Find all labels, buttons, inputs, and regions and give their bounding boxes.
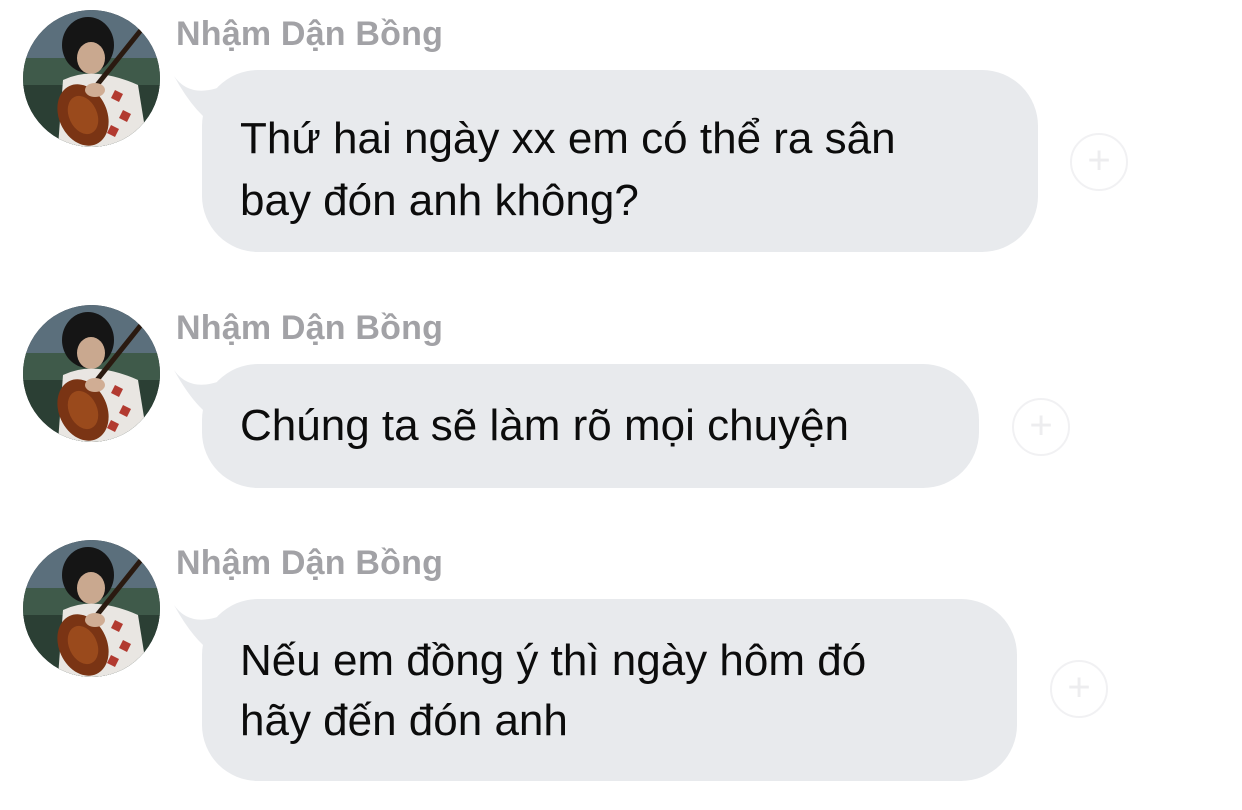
sender-name: Nhậm Dận Bồng [176, 15, 444, 53]
add-reaction-button[interactable]: + [1012, 398, 1070, 456]
add-reaction-button[interactable]: + [1050, 660, 1108, 718]
message-bubble[interactable]: Thứ hai ngày xx em có thể ra sân bay đón… [202, 70, 1038, 252]
plus-icon: + [1029, 403, 1053, 448]
avatar[interactable] [23, 305, 160, 442]
sender-name: Nhậm Dận Bồng [176, 309, 444, 347]
message-bubble[interactable]: Nếu em đồng ý thì ngày hôm đó hãy đến đó… [202, 599, 1017, 781]
avatar[interactable] [23, 540, 160, 677]
plus-icon: + [1087, 138, 1111, 183]
message-bubble[interactable]: Chúng ta sẽ làm rõ mọi chuyện [202, 364, 979, 488]
avatar[interactable] [23, 10, 160, 147]
plus-icon: + [1067, 665, 1091, 710]
sender-name: Nhậm Dận Bồng [176, 544, 444, 582]
add-reaction-button[interactable]: + [1070, 133, 1128, 191]
